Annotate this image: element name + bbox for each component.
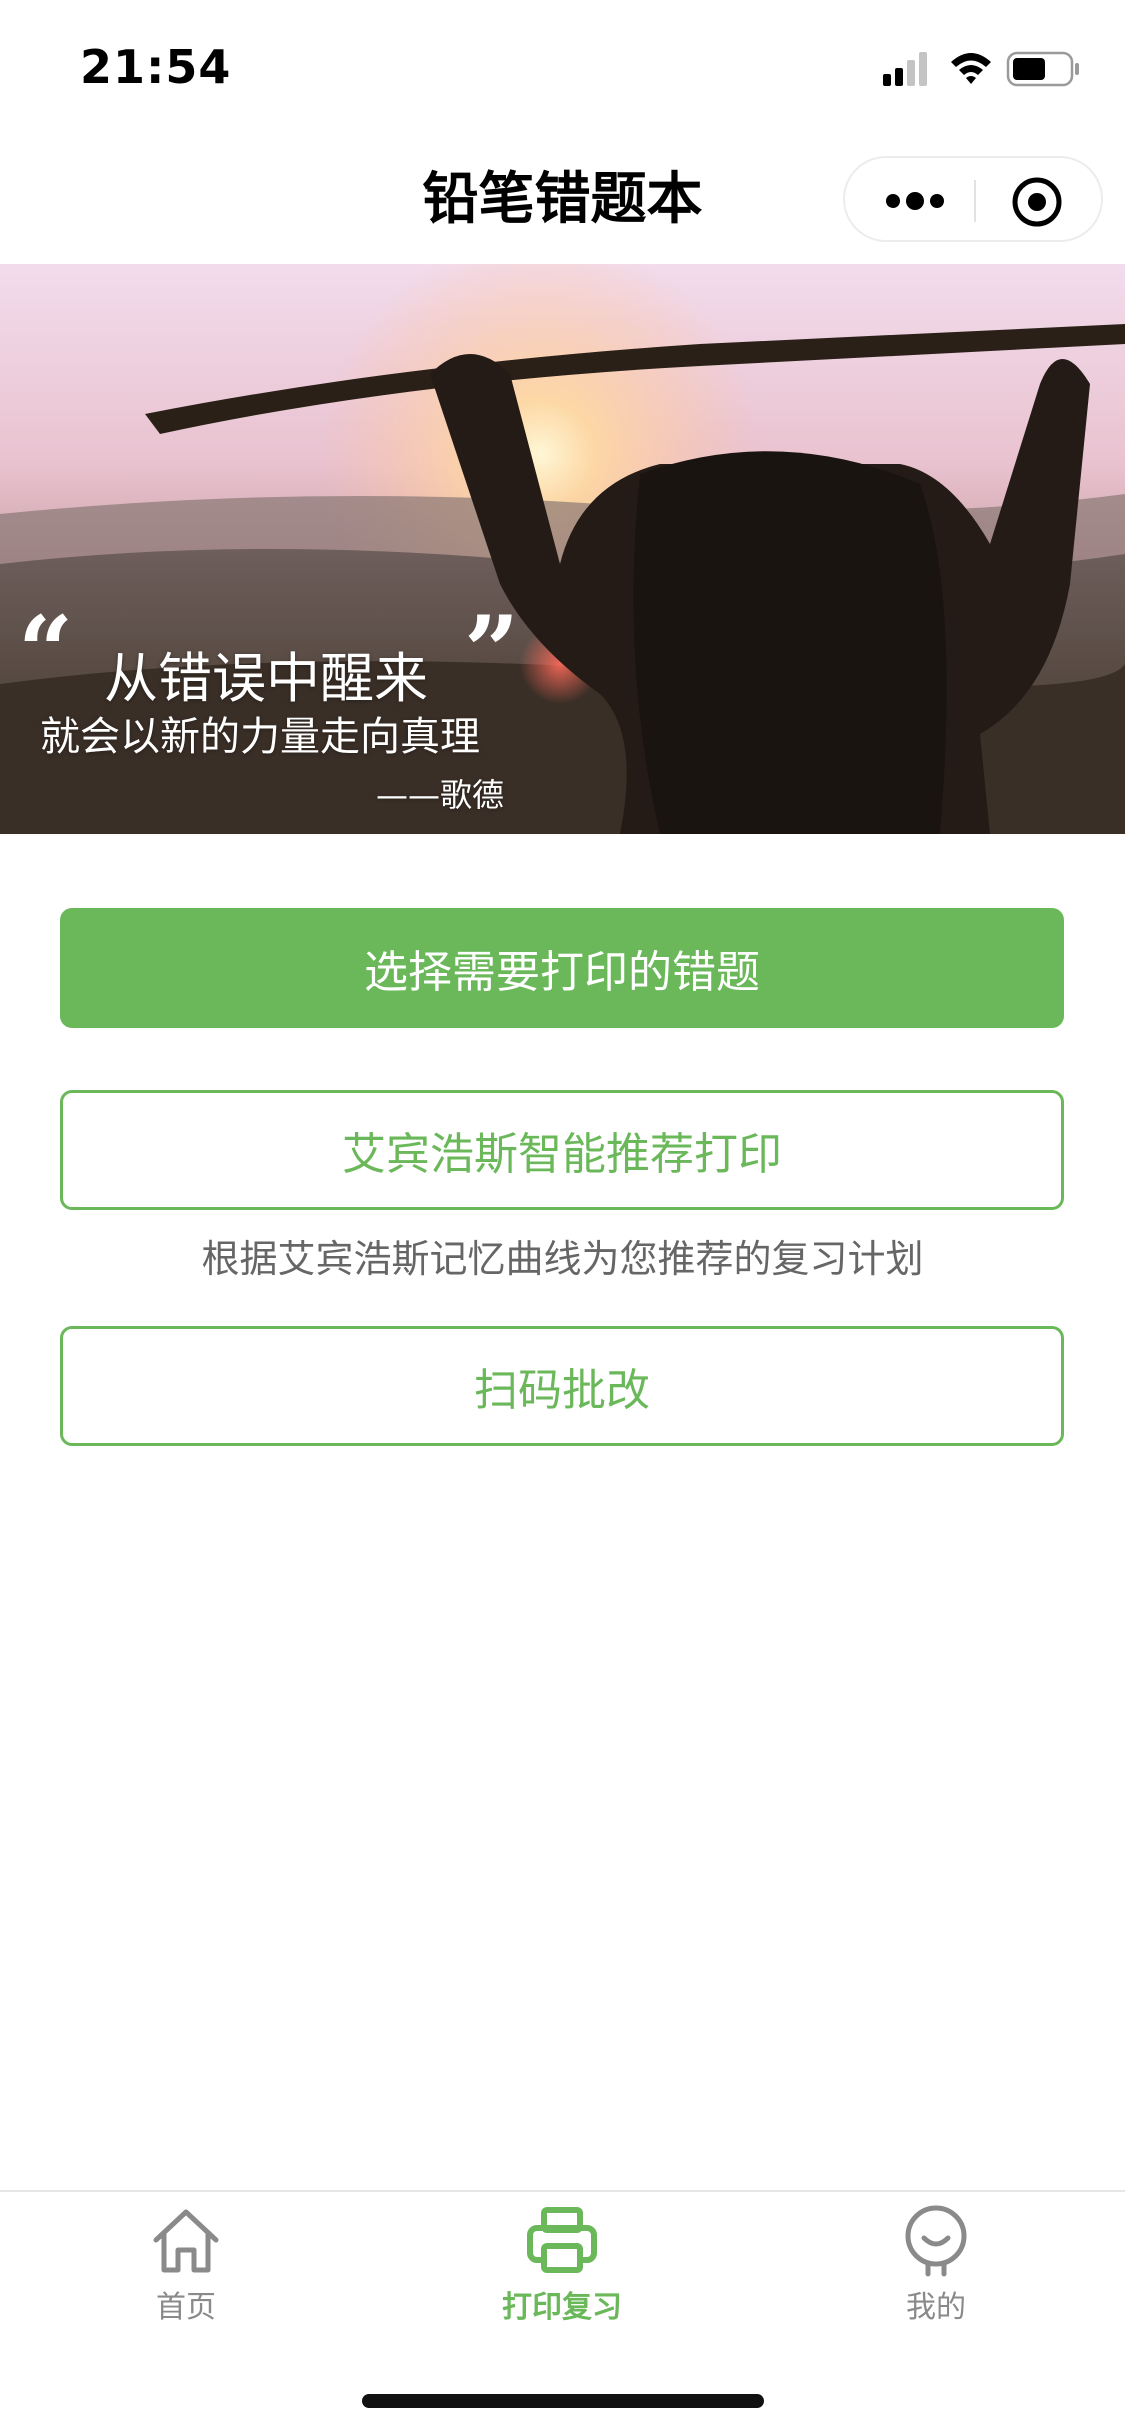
select-print-label: 选择需要打印的错题: [364, 947, 760, 998]
status-icons: [883, 51, 1079, 87]
status-time: 21:54: [80, 40, 232, 94]
quote-line-1: 从错误中醒来: [104, 647, 428, 710]
ebbinghaus-print-label: 艾宾浩斯智能推荐打印: [342, 1129, 782, 1180]
tab-home[interactable]: 首页: [86, 2202, 286, 2342]
close-quote-mark: ”: [464, 595, 520, 708]
wifi-icon: [951, 53, 991, 84]
tab-mine-label: 我的: [906, 2290, 966, 2325]
scan-grade-button[interactable]: 扫码批改: [60, 1326, 1064, 1446]
ebbinghaus-hint: 根据艾宾浩斯记忆曲线为您推荐的复习计划: [201, 1237, 924, 1281]
status-bar: 21:54: [0, 0, 1125, 132]
tab-home-label: 首页: [156, 2290, 216, 2325]
mini-program-capsule: [843, 156, 1103, 242]
battery-icon: [1006, 51, 1079, 87]
home-icon: [153, 2209, 219, 2273]
open-quote-mark: “: [18, 595, 74, 708]
printer-icon: [527, 2207, 597, 2273]
ebbinghaus-print-button[interactable]: 艾宾浩斯智能推荐打印: [60, 1090, 1064, 1210]
signal-icon: [883, 52, 927, 86]
close-target-icon[interactable]: [1011, 176, 1063, 228]
tab-print-review-label: 打印复习: [502, 2290, 622, 2325]
quote-line-2: 就会以新的力量走向真理: [40, 714, 480, 760]
select-print-button[interactable]: 选择需要打印的错题: [60, 908, 1064, 1028]
home-indicator[interactable]: [362, 2394, 764, 2408]
capsule-divider: [974, 180, 976, 222]
screen: 21:54 铅笔错题本 “ 从错误中醒来 ” 就会以新的力量走向真理 ——歌德 …: [0, 0, 1125, 2436]
tab-print-review[interactable]: 打印复习: [462, 2202, 662, 2342]
more-dots-icon[interactable]: [883, 186, 947, 216]
scan-grade-label: 扫码批改: [474, 1365, 650, 1416]
nav-bar: 铅笔错题本: [0, 132, 1125, 264]
banner-image: “ 从错误中醒来 ” 就会以新的力量走向真理 ——歌德: [0, 264, 1125, 834]
profile-icon: [905, 2205, 967, 2277]
tab-mine[interactable]: 我的: [836, 2202, 1036, 2342]
quote-author: ——歌德: [376, 776, 505, 814]
